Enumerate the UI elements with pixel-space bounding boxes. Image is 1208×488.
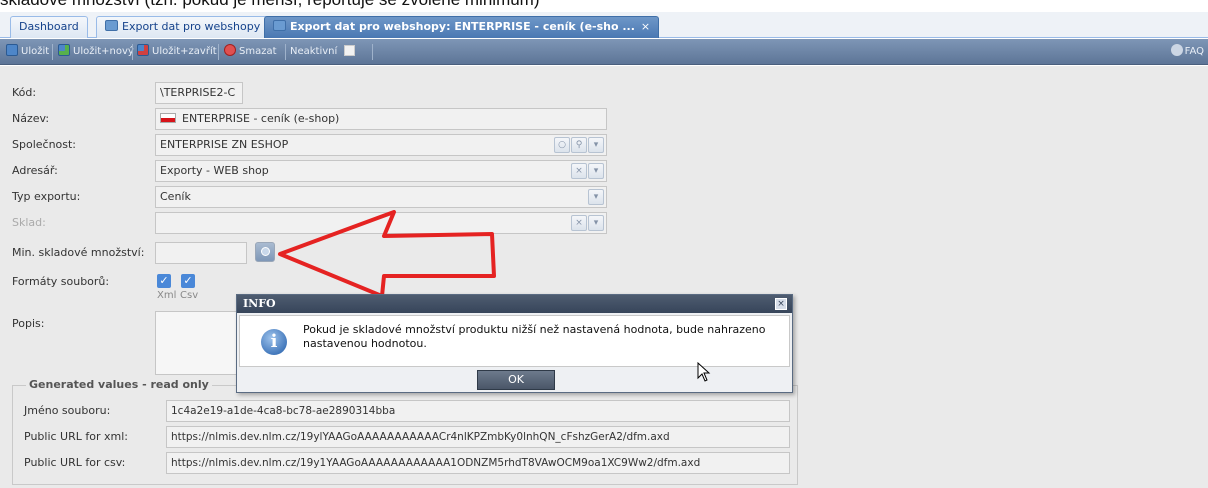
toolbar-separator <box>132 44 133 60</box>
generated-values-legend: Generated values - read only <box>26 378 212 391</box>
toolbar-separator <box>218 44 219 60</box>
info-icon: i <box>261 329 287 355</box>
save-close-button-label: Uložit+zavřít <box>152 46 217 57</box>
info-button[interactable] <box>255 242 275 262</box>
delete-button-label: Smazat <box>239 46 277 57</box>
url-csv-field[interactable]: https://nlmis.dev.nlm.cz/19y1YAAGoAAAAAA… <box>166 452 790 474</box>
dialog-title: INFO <box>237 295 792 313</box>
mouse-cursor-icon <box>697 362 711 382</box>
export-type-field[interactable]: Ceník ▾ <box>155 186 607 208</box>
export-icon <box>273 20 286 31</box>
company-field[interactable]: ENTERPRISE ZN ESHOP ○ ⚲ ▾ <box>155 134 607 156</box>
delete-button[interactable]: Smazat <box>224 44 277 60</box>
delete-icon <box>224 44 236 56</box>
xml-checkbox[interactable]: ✓ <box>157 274 171 288</box>
help-button-label: FAQ <box>1184 46 1204 57</box>
inactive-checkbox[interactable] <box>344 44 355 60</box>
tab-export-enterprise-label: Export dat pro webshopy: ENTERPRISE - ce… <box>290 20 635 33</box>
url-xml-label: Public URL for xml: <box>24 430 128 443</box>
directory-value: Exporty - WEB shop <box>160 164 269 177</box>
filename-label: Jméno souboru: <box>24 404 111 417</box>
toolbar-separator <box>372 44 373 60</box>
tab-dashboard[interactable]: Dashboard <box>10 16 88 38</box>
save-icon <box>6 44 18 56</box>
toolbar-separator <box>52 44 53 60</box>
chevron-down-icon[interactable]: ▾ <box>588 189 604 205</box>
company-label: Společnost: <box>12 138 77 151</box>
save-new-button-label: Uložit+nový <box>73 46 134 57</box>
close-icon[interactable]: × <box>775 298 787 310</box>
directory-buttons: × ▾ <box>570 163 604 179</box>
name-field[interactable]: ENTERPRISE - ceník (e-shop) <box>155 108 607 130</box>
refresh-icon[interactable]: ○ <box>554 137 570 153</box>
chevron-down-icon[interactable]: ▾ <box>588 215 604 231</box>
toolbar-separator <box>285 44 286 60</box>
save-new-button[interactable]: Uložit+nový <box>58 44 134 60</box>
ok-button[interactable]: OK <box>477 370 555 390</box>
annotation-arrow <box>278 210 496 298</box>
save-close-icon <box>137 44 149 56</box>
code-field[interactable]: \TERPRISE2-C <box>155 82 243 104</box>
min-stock-label: Min. skladové množství: <box>12 246 145 259</box>
dialog-message: Pokud je skladové množství produktu nižš… <box>303 323 766 350</box>
chevron-down-icon[interactable]: ▾ <box>588 163 604 179</box>
chevron-down-icon[interactable]: ▾ <box>588 137 604 153</box>
filename-field[interactable]: 1c4a2e19-a1de-4ca8-bc78-ae2890314bba <box>166 400 790 422</box>
company-buttons: ○ ⚲ ▾ <box>553 137 604 153</box>
page-caption: skladové množství (tzn. pokud je menší, … <box>0 0 540 10</box>
url-csv-label: Public URL for csv: <box>24 456 126 469</box>
directory-label: Adresář: <box>12 164 58 177</box>
save-new-icon <box>58 44 70 56</box>
name-label: Název: <box>12 112 50 125</box>
directory-field[interactable]: Exporty - WEB shop × ▾ <box>155 160 607 182</box>
code-label: Kód: <box>12 86 37 99</box>
formats-label: Formáty souborů: <box>12 275 110 288</box>
warehouse-buttons: × ▾ <box>570 215 604 231</box>
help-icon <box>1170 44 1183 56</box>
url-xml-field[interactable]: https://nlmis.dev.nlm.cz/19ylYAAGoAAAAAA… <box>166 426 790 448</box>
info-icon <box>261 247 270 256</box>
tab-dashboard-label: Dashboard <box>19 20 79 33</box>
export-icon <box>105 20 118 31</box>
help-button[interactable]: FAQ <box>1170 44 1204 57</box>
tab-export-enterprise[interactable]: Export dat pro webshopy: ENTERPRISE - ce… <box>264 16 660 38</box>
export-type-buttons: ▾ <box>587 189 604 205</box>
czech-flag-icon <box>160 113 176 123</box>
xml-checkbox-label: Xml <box>157 290 177 301</box>
description-label: Popis: <box>12 317 45 330</box>
save-button-label: Uložit <box>21 46 50 57</box>
company-value: ENTERPRISE ZN ESHOP <box>160 138 289 151</box>
checkbox-icon <box>344 45 355 56</box>
name-value: ENTERPRISE - ceník (e-shop) <box>182 112 340 125</box>
inactive-label: Neaktivní <box>290 46 338 57</box>
save-button[interactable]: Uložit <box>6 44 49 60</box>
csv-checkbox-label: Csv <box>180 290 199 301</box>
close-tab-icon[interactable]: × <box>641 20 650 33</box>
tab-export-webshops-label: Export dat pro webshopy <box>122 20 261 33</box>
csv-checkbox[interactable]: ✓ <box>181 274 195 288</box>
toolbar: Uložit Uložit+nový Uložit+zavřít Smazat … <box>0 39 1208 65</box>
min-stock-field[interactable] <box>155 242 247 264</box>
form-panel: Kód: \TERPRISE2-C Název: ENTERPRISE - ce… <box>0 66 1208 488</box>
export-type-value: Ceník <box>160 190 191 203</box>
warehouse-label: Sklad: <box>12 216 46 229</box>
clear-icon[interactable]: × <box>571 163 587 179</box>
save-close-button[interactable]: Uložit+zavřít <box>137 44 217 60</box>
export-type-label: Typ exportu: <box>12 190 81 203</box>
tab-export-webshops[interactable]: Export dat pro webshopy⊠ <box>96 16 285 38</box>
tab-bar: Dashboard Export dat pro webshopy⊠ Expor… <box>0 12 1208 38</box>
search-icon[interactable]: ⚲ <box>571 137 587 153</box>
clear-icon[interactable]: × <box>571 215 587 231</box>
